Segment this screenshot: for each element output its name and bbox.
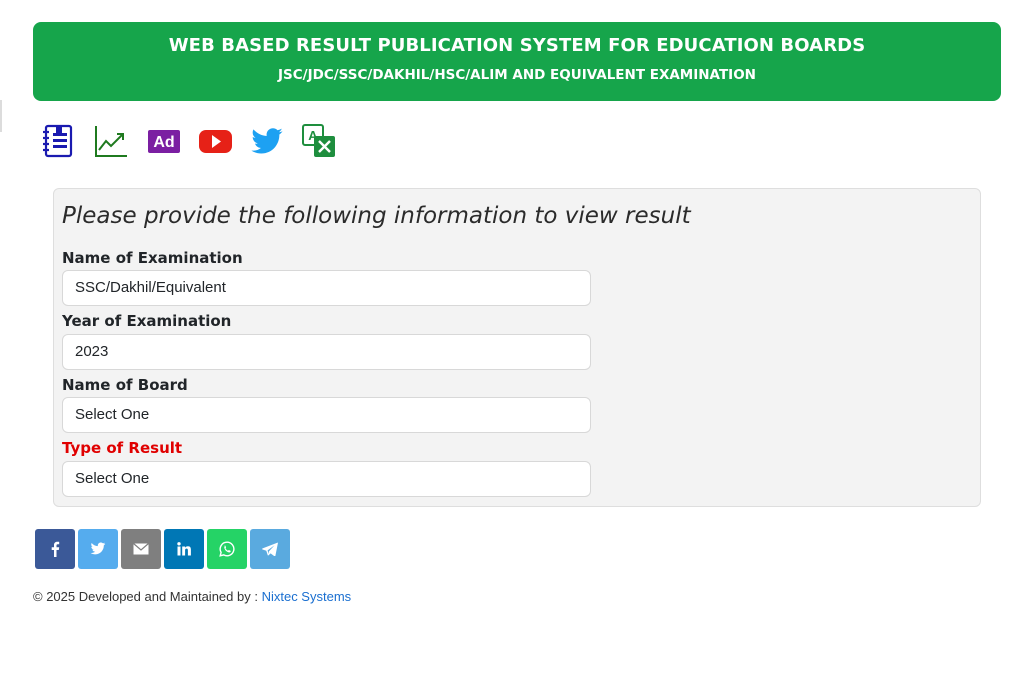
header-banner: WEB BASED RESULT PUBLICATION SYSTEM FOR … xyxy=(33,22,1001,101)
footer-text: © 2025 Developed and Maintained by : xyxy=(33,589,262,604)
footer: © 2025 Developed and Maintained by : Nix… xyxy=(33,589,351,604)
exam-year-label: Year of Examination xyxy=(62,312,232,330)
form-heading: Please provide the following information… xyxy=(62,203,691,229)
envelope-icon xyxy=(133,543,149,555)
svg-text:Ad: Ad xyxy=(153,134,174,151)
result-type-select[interactable]: Select One xyxy=(62,461,591,497)
page-title: WEB BASED RESULT PUBLICATION SYSTEM FOR … xyxy=(168,35,866,56)
result-type-label: Type of Result xyxy=(62,439,183,457)
exam-name-select[interactable]: SSC/Dakhil/Equivalent xyxy=(62,270,591,306)
twitter-icon xyxy=(90,542,106,555)
developer-link[interactable]: Nixtec Systems xyxy=(262,589,352,604)
exam-year-select[interactable]: 2023 xyxy=(62,334,591,370)
whatsapp-share-button[interactable] xyxy=(207,529,247,569)
linkedin-share-button[interactable] xyxy=(164,529,204,569)
page-subtitle: JSC/JDC/SSC/DAKHIL/HSC/ALIM AND EQUIVALE… xyxy=(278,67,756,83)
facebook-share-button[interactable] xyxy=(35,529,75,569)
board-name-select[interactable]: Select One xyxy=(62,397,591,433)
email-share-button[interactable] xyxy=(121,529,161,569)
twitter-share-button[interactable] xyxy=(78,529,118,569)
twitter-icon[interactable] xyxy=(250,124,286,160)
facebook-icon xyxy=(51,541,60,557)
board-name-label: Name of Board xyxy=(62,376,188,394)
telegram-share-button[interactable] xyxy=(250,529,290,569)
page-edge-marker xyxy=(0,100,2,132)
result-form-card: Please provide the following information… xyxy=(53,188,981,507)
exam-name-label: Name of Examination xyxy=(62,249,243,267)
notebook-icon[interactable] xyxy=(42,124,78,160)
youtube-icon[interactable] xyxy=(199,124,235,160)
trend-chart-icon[interactable] xyxy=(94,124,130,160)
whatsapp-icon xyxy=(219,541,235,557)
ad-icon[interactable]: Ad xyxy=(147,124,183,160)
telegram-icon xyxy=(262,542,278,556)
translate-icon[interactable]: A xyxy=(302,124,338,160)
linkedin-icon xyxy=(177,542,191,556)
